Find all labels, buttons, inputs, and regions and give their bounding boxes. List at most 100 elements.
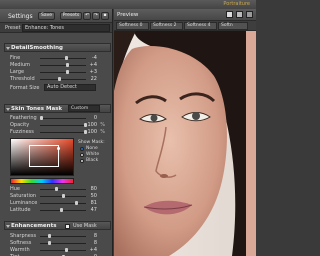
radio-label: None [86, 146, 98, 151]
slider-row: Luminance 81 [4, 200, 111, 207]
slider-value[interactable]: 8 [85, 240, 97, 246]
slider-track[interactable] [40, 189, 86, 190]
slider-row: Threshold 22 [4, 76, 111, 83]
slider-thumb[interactable] [62, 194, 65, 198]
slider-thumb[interactable] [64, 248, 68, 252]
presets-button[interactable]: Presets [60, 12, 82, 20]
preset-value: Enhance: Tones [25, 25, 64, 31]
slider-label: Fuzziness [10, 129, 34, 135]
slider-thumb[interactable] [60, 208, 64, 212]
redo-icon[interactable]: ↷ [92, 12, 100, 20]
undo-icon[interactable]: ↶ [83, 12, 91, 20]
slider-track[interactable] [40, 118, 86, 119]
fullscreen-icon[interactable]: ▪ [101, 12, 109, 20]
slider-thumb[interactable] [47, 234, 51, 238]
slider-thumb[interactable] [40, 116, 43, 120]
single-view-icon[interactable] [226, 11, 233, 18]
slider-label: Luminance [10, 200, 38, 206]
slider-row: Hue 80 [4, 186, 111, 193]
slider-thumb[interactable] [54, 187, 58, 191]
slider-track[interactable] [40, 203, 86, 204]
skin-tones-header[interactable]: Skin Tones Mask Custom [4, 104, 111, 113]
slider-row: Softness 8 [4, 240, 111, 247]
preset-label: Preset [5, 25, 21, 31]
slider-value[interactable]: +4 [85, 247, 97, 253]
slider-track[interactable] [40, 65, 86, 66]
slider-row: Medium +4 [4, 62, 111, 69]
slider-value[interactable]: +4 [85, 62, 97, 68]
slider-value[interactable]: 100 [85, 129, 97, 135]
slider-track[interactable] [40, 236, 86, 237]
slider-value[interactable]: 50 [85, 193, 97, 199]
portrait-image[interactable] [114, 31, 256, 256]
slider-row: Large +3 [4, 69, 111, 76]
multi-view-icon[interactable] [246, 11, 253, 18]
skin-range-box[interactable] [29, 145, 59, 167]
skin-tones-section: Skin Tones Mask Custom Feathering 0 Opacit… [4, 104, 111, 214]
slider-track[interactable] [40, 58, 86, 59]
slider-value[interactable]: 22 [85, 76, 97, 82]
slider-value[interactable]: +3 [85, 69, 97, 75]
collapse-icon [6, 108, 10, 111]
slider-thumb[interactable] [74, 201, 78, 205]
slider-value[interactable]: 100 [85, 122, 97, 128]
enhancements-header[interactable]: Enhancements Use Mask [4, 221, 111, 230]
radio-button[interactable] [80, 159, 84, 163]
slider-thumb[interactable] [66, 63, 70, 67]
detail-smoothing-header[interactable]: DetailSmoothing [4, 43, 111, 52]
slider-value[interactable]: -4 [85, 55, 97, 61]
save-button[interactable]: Save [38, 12, 55, 20]
slider-track[interactable] [40, 125, 86, 126]
color-picker-area: Show Mask: None White Black [4, 136, 111, 178]
radio-button[interactable] [80, 153, 84, 157]
format-size-dropdown[interactable]: Auto Detect [44, 84, 96, 91]
preview-tab[interactable]: Softness 0 [116, 22, 149, 30]
use-mask-checkbox[interactable] [65, 224, 70, 229]
slider-value[interactable]: 47 [85, 207, 97, 213]
slider-track[interactable] [40, 79, 86, 80]
section-title: Skin Tones Mask [11, 106, 63, 112]
preview-tab[interactable]: Softness 4 [184, 22, 217, 30]
preview-tab[interactable]: Softness 2 [150, 22, 183, 30]
slider-thumb[interactable] [47, 241, 51, 245]
slider-row: Latitude 47 [4, 207, 111, 214]
format-size-row: Format Size Auto Detect [4, 83, 111, 92]
slider-row: Sharpness 8 [4, 233, 111, 240]
slider-row: Fuzziness 100% [4, 129, 111, 136]
slider-track[interactable] [40, 132, 86, 133]
slider-value[interactable]: 0 [85, 115, 97, 121]
hue-strip[interactable] [10, 178, 74, 184]
slider-value[interactable]: 81 [85, 200, 97, 206]
color-dropper[interactable] [57, 147, 60, 150]
slider-value[interactable]: 8 [85, 233, 97, 239]
slider-label: Large [10, 69, 25, 75]
preset-dropdown[interactable]: Enhance: Tones [22, 24, 110, 32]
settings-header: Settings Save Presets ↶ ↷ ▪ [0, 9, 112, 23]
preview-tab[interactable]: Softn [218, 22, 248, 30]
preset-row: Preset Enhance: Tones [0, 23, 112, 33]
slider-thumb[interactable] [65, 70, 69, 74]
percent-unit: % [100, 129, 105, 135]
slider-thumb[interactable] [64, 56, 68, 60]
preview-header: Preview [114, 9, 256, 21]
slider-label: Sharpness [10, 233, 37, 239]
format-size-value: Auto Detect [47, 84, 77, 90]
section-title: Enhancements [11, 223, 57, 229]
slider-row: Feathering 0 [4, 115, 111, 122]
percent-unit: % [100, 122, 105, 128]
slider-track[interactable] [40, 72, 86, 73]
slider-value[interactable]: 80 [85, 186, 97, 192]
radio-button[interactable] [80, 147, 84, 151]
enhancements-section: Enhancements Use Mask Sharpness 8 Softness… [4, 221, 111, 256]
color-field[interactable] [10, 138, 74, 176]
slider-track[interactable] [40, 250, 86, 251]
split-view-icon[interactable] [236, 11, 243, 18]
collapse-icon [6, 225, 10, 228]
skin-mode-dropdown[interactable]: Custom [68, 105, 100, 112]
section-title: DetailSmoothing [11, 45, 63, 51]
slider-label: Saturation [10, 193, 37, 199]
settings-panel: Settings Save Presets ↶ ↷ ▪ Preset Enhan… [0, 9, 113, 256]
settings-title: Settings [8, 13, 33, 20]
slider-track[interactable] [40, 243, 86, 244]
slider-label: Opacity [10, 122, 30, 128]
